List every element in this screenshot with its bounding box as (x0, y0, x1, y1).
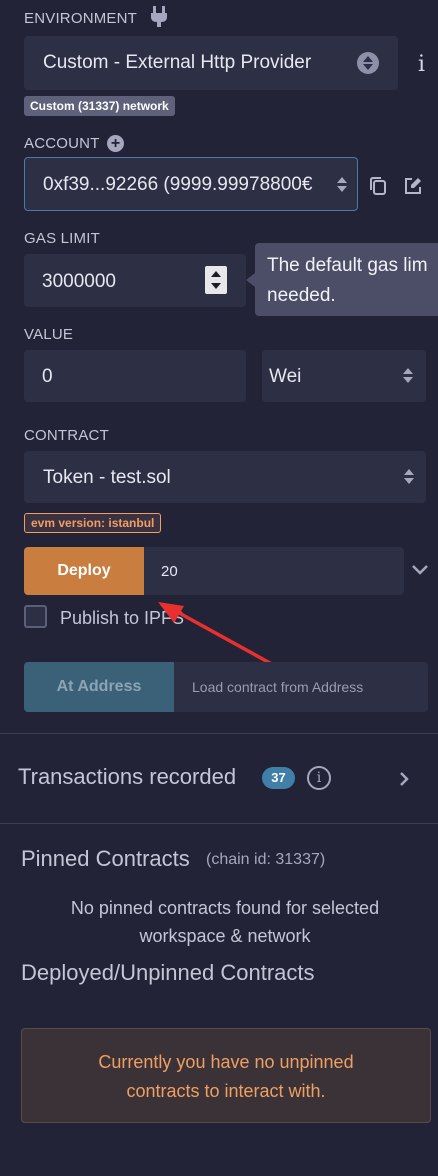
environment-select[interactable]: Custom - External Http Provider (24, 36, 398, 90)
number-spinner[interactable] (205, 266, 227, 294)
plug-icon (151, 6, 167, 27)
account-label: ACCOUNT (24, 135, 100, 152)
tooltip-arrow (246, 273, 255, 287)
divider (0, 823, 438, 824)
deploy-args-input[interactable]: 20 (144, 547, 404, 595)
evm-version-badge: evm version: istanbul (24, 513, 162, 533)
chevron-right-icon[interactable] (398, 771, 410, 787)
at-address-placeholder: Load contract from Address (192, 679, 364, 695)
edit-icon[interactable] (403, 176, 423, 196)
value-amount: 0 (42, 366, 53, 387)
add-account-icon[interactable]: + (107, 135, 124, 152)
alert-line-2: contracts to interact with. (126, 1081, 326, 1101)
transactions-recorded-header[interactable]: Transactions recorded 37 i (0, 734, 438, 823)
pinned-contracts-title: Pinned Contracts (21, 846, 190, 871)
select-arrows-icon (357, 52, 379, 74)
info-icon[interactable]: i (418, 52, 425, 77)
alert-line-1: Currently you have no unpinned (98, 1052, 354, 1072)
deploy-button[interactable]: Deploy (24, 547, 144, 595)
copy-icon[interactable] (369, 176, 387, 196)
publish-ipfs-checkbox[interactable] (24, 605, 47, 628)
contract-label: CONTRACT (24, 427, 109, 444)
deployed-contracts-title: Deployed/Unpinned Contracts (21, 960, 315, 985)
info-icon[interactable]: i (307, 766, 331, 790)
at-address-button[interactable]: At Address (24, 662, 174, 712)
contract-value: Token - test.sol (43, 467, 171, 488)
account-select[interactable]: 0xf39...92266 (9999.99978800€ (24, 157, 358, 211)
environment-value: Custom - External Http Provider (43, 52, 312, 73)
contract-select[interactable]: Token - test.sol (24, 451, 426, 503)
gas-limit-tooltip: The default gas lim needed. (255, 243, 438, 316)
value-unit: Wei (269, 366, 302, 387)
transactions-title: Transactions recorded (18, 764, 237, 789)
no-unpinned-contracts-alert: Currently you have no unpinned contracts… (21, 1028, 431, 1123)
select-arrows-icon (403, 368, 413, 383)
network-badge: Custom (31337) network (24, 96, 175, 116)
gas-limit-value: 3000000 (42, 271, 116, 292)
value-input[interactable]: 0 (24, 350, 246, 402)
transactions-count-badge: 37 (262, 767, 295, 789)
deploy-args-value: 20 (161, 563, 178, 580)
gas-limit-label: GAS LIMIT (24, 230, 100, 247)
select-arrows-icon (404, 469, 414, 484)
tooltip-line-1: The default gas lim (267, 255, 428, 276)
pinned-empty-line-1: No pinned contracts found for selected (70, 898, 380, 918)
value-label: VALUE (24, 326, 74, 343)
gas-limit-input[interactable]: 3000000 (24, 254, 246, 307)
select-arrows-icon (337, 177, 347, 192)
tooltip-line-2: needed. (267, 285, 336, 306)
pinned-chain-id: (chain id: 31337) (206, 851, 326, 868)
at-address-input[interactable]: Load contract from Address (174, 662, 428, 712)
pinned-empty-line-2: workspace & network (139, 926, 311, 946)
environment-label: ENVIRONMENT (24, 10, 138, 27)
value-unit-select[interactable]: Wei (262, 350, 426, 402)
chevron-down-icon[interactable] (411, 564, 429, 576)
account-value: 0xf39...92266 (9999.99978800€ (43, 174, 313, 195)
